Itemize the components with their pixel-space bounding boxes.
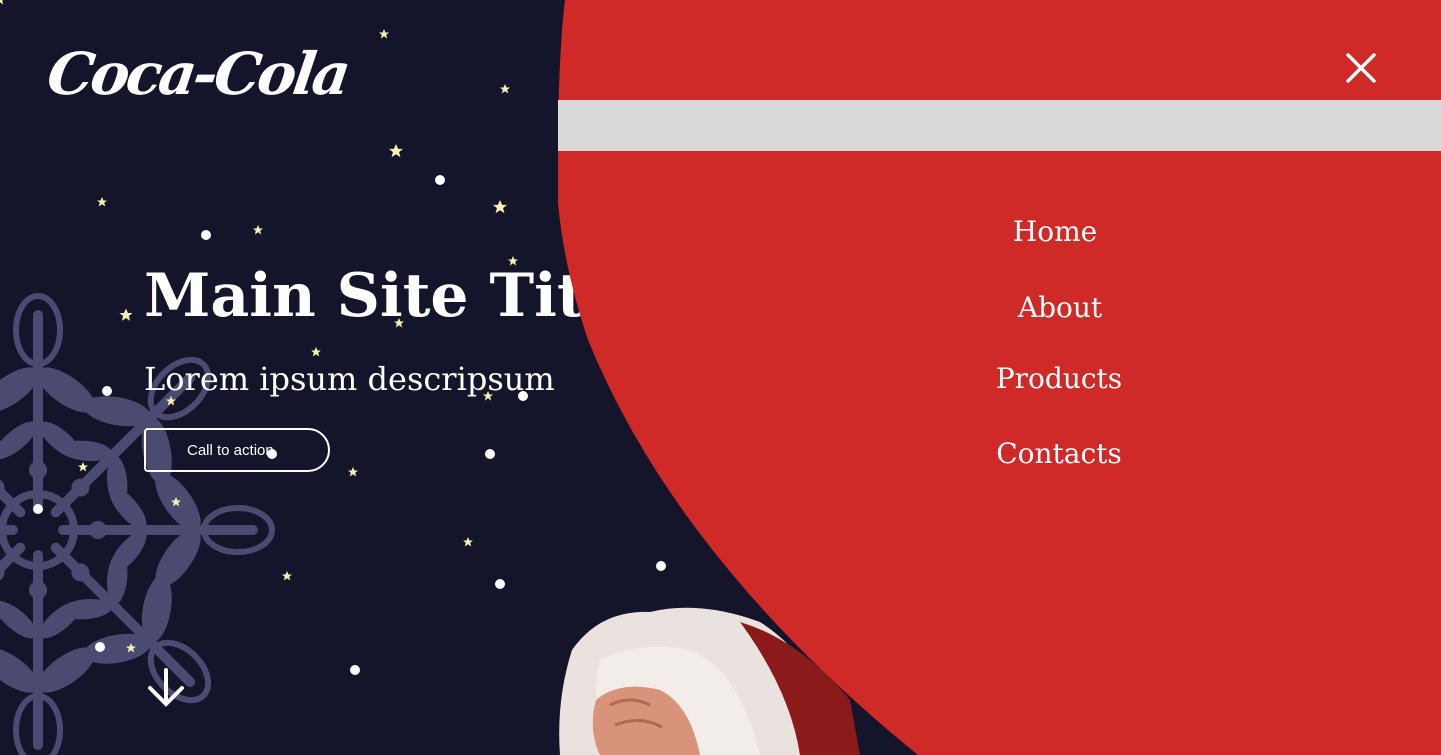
menu-list: Home About Products Contacts	[558, 0, 1441, 755]
landing-page: Coca-Cola Main Site Title Lorem ipsum de…	[0, 0, 1441, 755]
menu-item-contacts[interactable]: Contacts	[939, 436, 1179, 472]
call-to-action-button[interactable]: Call to action	[144, 428, 330, 472]
navigation-menu-overlay: Home About Products Contacts	[558, 0, 1441, 755]
page-description: Lorem ipsum descripsum	[144, 360, 555, 398]
menu-item-products[interactable]: Products	[939, 361, 1179, 397]
coca-cola-logo[interactable]: Coca-Cola	[43, 38, 352, 110]
scroll-down-button[interactable]	[146, 668, 186, 710]
menu-item-home[interactable]: Home	[935, 214, 1175, 250]
arrow-down-icon	[148, 668, 184, 707]
menu-item-about[interactable]: About	[940, 290, 1180, 326]
